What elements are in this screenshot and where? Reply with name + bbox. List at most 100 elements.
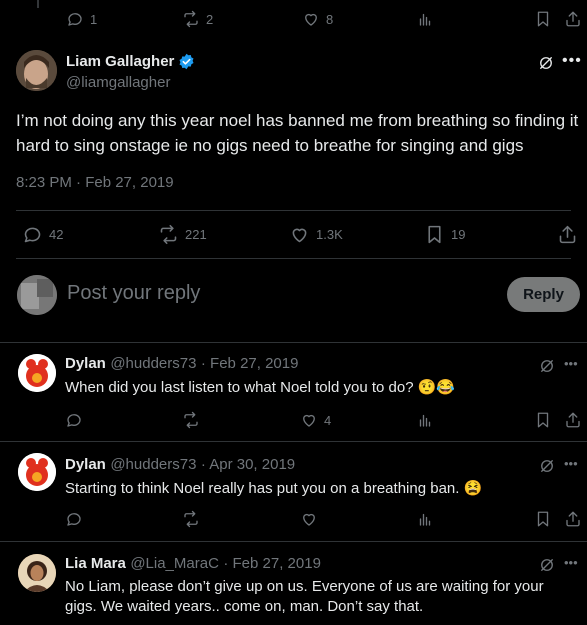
bookmark-action[interactable] [534, 411, 552, 429]
repost-icon [160, 224, 177, 245]
more-options-icon[interactable]: ••• [564, 456, 578, 471]
like-action[interactable] [300, 510, 318, 528]
more-options-icon[interactable]: ••• [564, 555, 578, 570]
reply-date[interactable]: · Feb 27, 2019 [201, 355, 299, 372]
reply-action[interactable] [65, 411, 83, 429]
reply-author-handle[interactable]: @hudders73 [110, 456, 196, 473]
bookmark-action[interactable] [534, 10, 552, 28]
bookmark-icon [537, 11, 549, 27]
reply-header: Dylan @hudders73 · Feb 27, 2019 [65, 355, 298, 373]
bookmark-icon [537, 412, 549, 428]
previous-tweet-actions: 1 2 8 [0, 8, 587, 32]
composer-avatar[interactable] [17, 275, 57, 315]
thread-line [37, 0, 39, 8]
reply-header: Dylan @hudders73 · Apr 30, 2019 [65, 456, 295, 474]
repost-count: 221 [185, 227, 207, 242]
author-name[interactable]: Liam Gallagher [66, 53, 195, 70]
heart-icon [303, 513, 315, 526]
reply-text: Starting to think Noel really has put yo… [65, 480, 483, 497]
reply-button[interactable]: Reply [507, 277, 580, 312]
like-action[interactable]: 1.3K [289, 224, 343, 245]
share-icon [559, 225, 576, 244]
reply-author-name[interactable]: Dylan [65, 456, 106, 473]
reply-action[interactable] [65, 510, 83, 528]
bookmark-icon [428, 225, 441, 244]
heart-icon [303, 414, 315, 427]
like-count: 8 [326, 11, 334, 27]
reply-author-handle[interactable]: @Lia_MaraC [130, 555, 219, 572]
repost-icon [184, 10, 198, 28]
like-action[interactable]: 8 [302, 10, 333, 28]
tweet-timestamp[interactable]: 8:23 PM · Feb 27, 2019 [16, 174, 174, 191]
share-action[interactable] [564, 10, 582, 28]
views-action[interactable] [416, 411, 434, 429]
reply-tweet[interactable]: Lia Mara @Lia_MaraC · Feb 27, 2019 ••• N… [0, 542, 587, 625]
repost-icon [184, 411, 198, 429]
bookmark-action[interactable]: 19 [424, 224, 465, 245]
avatar-image [16, 50, 57, 91]
views-action[interactable] [416, 10, 434, 28]
reply-author-name[interactable]: Dylan [65, 355, 106, 372]
grok-icon[interactable] [538, 357, 556, 375]
bookmark-action[interactable] [534, 510, 552, 528]
like-count: 1.3K [316, 227, 343, 242]
grok-icon[interactable] [538, 457, 556, 475]
like-action[interactable]: 4 [300, 411, 331, 429]
reply-action[interactable]: 42 [22, 224, 63, 245]
heart-icon [305, 13, 317, 26]
avatar-image [18, 453, 56, 491]
avatar[interactable] [18, 354, 56, 392]
avatar[interactable] [16, 50, 57, 91]
grok-icon[interactable] [538, 556, 556, 574]
author-handle[interactable]: @liamgallagher [66, 74, 170, 91]
reply-date[interactable]: · Feb 27, 2019 [223, 555, 321, 572]
repost-action[interactable]: 221 [158, 224, 207, 245]
reply-author-name[interactable]: Lia Mara [65, 555, 126, 572]
avatar-image [18, 554, 56, 592]
repost-action[interactable] [182, 510, 200, 528]
bookmark-count: 19 [451, 227, 466, 242]
reply-tweet[interactable]: Dylan @hudders73 · Apr 30, 2019 ••• Star… [0, 442, 587, 540]
heart-icon [292, 228, 307, 243]
tweet-text: I’m not doing any this year noel has ban… [16, 111, 579, 155]
reply-icon [67, 513, 81, 526]
more-options-icon[interactable]: ••• [564, 356, 578, 371]
reply-input[interactable]: Post your reply [67, 282, 200, 305]
composer-avatar-image [17, 275, 57, 315]
share-icon [566, 511, 580, 527]
divider [16, 258, 571, 259]
avatar-image [18, 354, 56, 392]
reply-tweet[interactable]: Dylan @hudders73 · Feb 27, 2019 ••• When… [0, 343, 587, 441]
grok-icon[interactable] [537, 54, 555, 72]
views-icon [419, 414, 431, 427]
reply-author-handle[interactable]: @hudders73 [110, 355, 196, 372]
share-icon [566, 412, 580, 428]
reply-icon [67, 414, 81, 427]
repost-icon [184, 510, 198, 528]
reply-action[interactable]: 1 [66, 10, 97, 28]
reply-text: When did you last listen to what Noel to… [65, 379, 456, 396]
reply-text: No Liam, please don’t give up on us. Eve… [65, 578, 544, 615]
reply-date[interactable]: · Apr 30, 2019 [201, 456, 295, 473]
tweet-actions: 42 221 1.3K 19 [0, 222, 587, 248]
views-icon [419, 513, 431, 526]
share-action[interactable] [564, 510, 582, 528]
reply-header: Lia Mara @Lia_MaraC · Feb 27, 2019 [65, 555, 321, 573]
share-icon [566, 11, 580, 27]
divider [16, 210, 571, 211]
like-count: 4 [324, 412, 332, 428]
reply-count: 1 [90, 11, 98, 27]
repost-count: 2 [206, 11, 214, 27]
avatar[interactable] [18, 453, 56, 491]
verified-badge-icon [179, 53, 194, 70]
views-icon [419, 13, 431, 26]
reply-icon [68, 13, 82, 26]
avatar[interactable] [18, 554, 56, 592]
views-action[interactable] [416, 510, 434, 528]
repost-action[interactable]: 2 [182, 10, 213, 28]
share-action[interactable] [557, 224, 578, 245]
share-action[interactable] [564, 411, 582, 429]
bookmark-icon [537, 511, 549, 527]
more-options-icon[interactable]: ••• [562, 52, 582, 70]
repost-action[interactable] [182, 411, 200, 429]
